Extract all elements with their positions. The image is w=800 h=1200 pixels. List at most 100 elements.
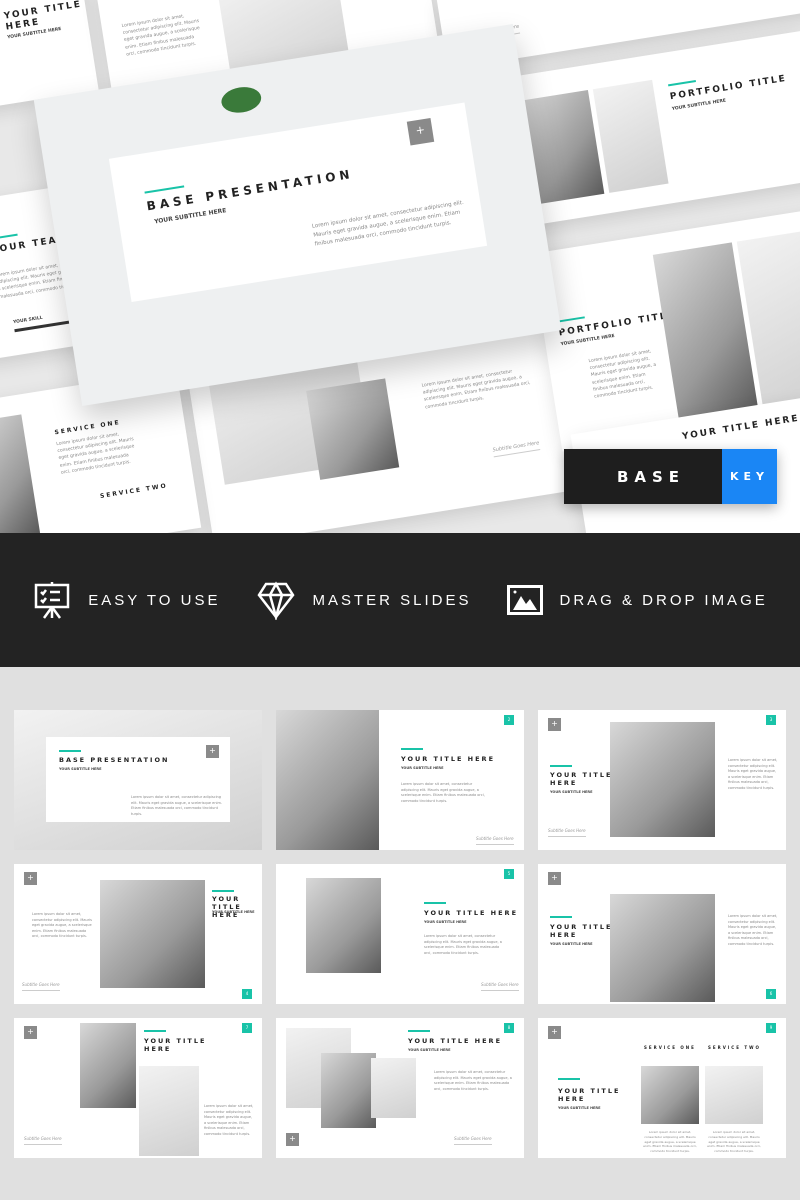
slide-title: YOUR TITLE HERE [550,923,613,939]
slide-subtitle: YOUR SUBTITLE HERE [212,910,255,914]
slide-subtitle: YOUR SUBTITLE HERE [550,942,593,946]
slide-body: Lorem ipsum dolor sit amet, consectetur … [421,369,531,411]
accent-bar [550,765,572,767]
slide-signature: Subtitle Goes Here [476,836,514,845]
main-body: Lorem ipsum dolor sit amet, consectetur … [311,199,465,248]
slide-signature: Subtitle Goes Here [481,982,519,991]
slide-title: YOUR TITLE HERE [681,413,800,443]
slide-title: YOUR TITLE HERE [408,1037,503,1045]
slide-image [276,710,379,850]
slide-thumbnail[interactable]: YOUR TITLE HERE YOUR SUBTITLE HERE Lorem i… [14,864,262,1004]
slide-signature: Subtitle Goes Here [492,440,541,458]
slide-thumbnail[interactable]: YOUR TITLE HERE YOUR SUBTITLE HERE + SERVIC… [538,1018,786,1158]
slide-title: PORTFOLIO TITLE [558,310,677,339]
accent-bar [550,916,572,918]
slide-number-badge: 5 [504,869,514,879]
slide-subtitle: YOUR SUBTITLE HERE [59,767,102,771]
slide-image [610,894,715,1002]
slide-body: Lorem ipsum dolor sit amet, consectetur … [707,1130,761,1154]
slide-signature: Subtitle Goes Here [548,828,586,837]
slide-image [139,1066,199,1156]
accent-bar [424,902,446,904]
service-title: SERVICE ONE [644,1045,696,1050]
slide-thumbnail[interactable]: YOUR TITLE HERE YOUR SUBTITLE HERE Lorem i… [538,710,786,850]
accent-bar [59,750,81,752]
slide-title: YOUR TITLE HERE [212,895,242,919]
slide-image [371,1058,416,1118]
slide-signature: Subtitle Goes Here [454,1136,492,1145]
accent-bar [408,1030,430,1032]
slide-number-badge: 4 [242,989,252,999]
slide-body: Lorem ipsum dolor sit amet, consectetur … [643,1130,697,1154]
slide-thumbnail[interactable]: BASE PRESENTATION YOUR SUBTITLE HERE Lorem… [14,710,262,850]
brand-key: KEY [722,449,777,504]
slide-number-badge: 6 [766,989,776,999]
slide-image [0,414,41,533]
slide-image [610,722,715,837]
slide-image [306,378,400,480]
slide-image [80,1023,136,1108]
slide-body: Lorem ipsum dolor sit amet, consectetur … [131,795,223,816]
features-band: EASY TO USE MASTER SLIDES DRAG & DROP IM… [0,533,800,667]
slide-body: Lorem ipsum dolor sit amet, consectetur … [401,782,485,803]
brand-name: BASE [564,449,722,504]
slide-number-badge: 8 [504,1023,514,1033]
slide-body: Lorem ipsum dolor sit amet, consectetur … [434,1070,512,1091]
slide-thumbnail-grid: BASE PRESENTATION YOUR SUBTITLE HERE Lorem… [14,710,786,1158]
slide-title: YOUR TITLE HERE [3,0,83,33]
slide-signature: Subtitle Goes Here [22,982,60,991]
slide-number-badge: 2 [504,715,514,725]
accent-bar [401,748,423,750]
slide-body: Lorem ipsum dolor sit amet, consectetur … [728,914,778,946]
slide-title: YOUR TITLE HERE [401,755,496,763]
slide-number-badge: 9 [766,1023,776,1033]
slide-image [705,1066,763,1124]
slide-body: Lorem ipsum dolor sit amet, consectetur … [588,349,657,400]
plus-icon: + [543,872,561,893]
accent-bar [558,1078,580,1080]
service-title: SERVICE TWO [99,482,169,500]
slide-thumbnail[interactable]: YOUR TITLE HERE YOUR SUBTITLE HERE Lorem i… [276,864,524,1004]
plus-icon: + [543,718,561,739]
plus-icon: + [406,118,435,146]
slide-number-badge: 7 [242,1023,252,1033]
slide-image [592,79,669,193]
diamond-icon [257,581,295,620]
accent-bar [212,890,234,892]
slide-image [306,878,381,973]
plus-icon: + [281,1133,299,1154]
main-title: BASE PRESENTATION [145,166,355,214]
slide-image [641,1066,699,1124]
feature-easy-to-use: EASY TO USE [32,580,220,620]
slide-thumbnail[interactable]: YOUR TITLE HERE YOUR SUBTITLE HERE Lorem i… [538,864,786,1004]
plus-icon: + [19,872,37,893]
slide-title: BASE PRESENTATION [59,756,170,764]
slide-body: Lorem ipsum dolor sit amet, consectetur … [56,432,135,476]
slide-title: YOUR TITLE HERE [144,1037,207,1053]
image-icon [507,585,544,615]
plus-icon: + [19,1026,37,1047]
slide-subtitle: YOUR SUBTITLE HERE [408,1048,451,1052]
slide-subtitle: YOUR SUBTITLE HERE [550,790,593,794]
accent-bar [144,1030,166,1032]
feature-master-slides: MASTER SLIDES [256,580,471,620]
feature-drag-drop-image: DRAG & DROP IMAGE [507,585,767,615]
hero-collage: YOUR TITLE HERE YOUR SUBTITLE HERE Lorem… [0,0,800,533]
slide-subtitle: YOUR SUBTITLE HERE [558,1106,601,1110]
slide-body: Lorem ipsum dolor sit amet, consectetur … [121,14,201,58]
feature-label: DRAG & DROP IMAGE [559,591,768,609]
slide-body: Lorem ipsum dolor sit amet, consectetur … [424,934,502,955]
slide-signature: Subtitle Goes Here [24,1136,62,1145]
slide-subtitle: YOUR SUBTITLE HERE [424,920,467,924]
slide-title: YOUR TITLE HERE [424,909,519,917]
slide-image [321,1053,376,1128]
brand-badge: BASE KEY [564,449,777,504]
slide-thumbnail[interactable]: YOUR TITLE HERE YOUR SUBTITLE HERE Lorem i… [276,1018,524,1158]
slide-thumbnail[interactable]: YOUR TITLE HERE Lorem ipsum dolor sit ame… [14,1018,262,1158]
slide-thumbnail[interactable]: YOUR TITLE HERE YOUR SUBTITLE HERE Lorem i… [276,710,524,850]
service-title: SERVICE TWO [708,1045,761,1050]
slide-image [100,880,205,988]
slide-title: PORTFOLIO TITLE [669,73,788,103]
feature-label: EASY TO USE [88,591,221,609]
slide-body: Lorem ipsum dolor sit amet, consectetur … [204,1104,254,1136]
